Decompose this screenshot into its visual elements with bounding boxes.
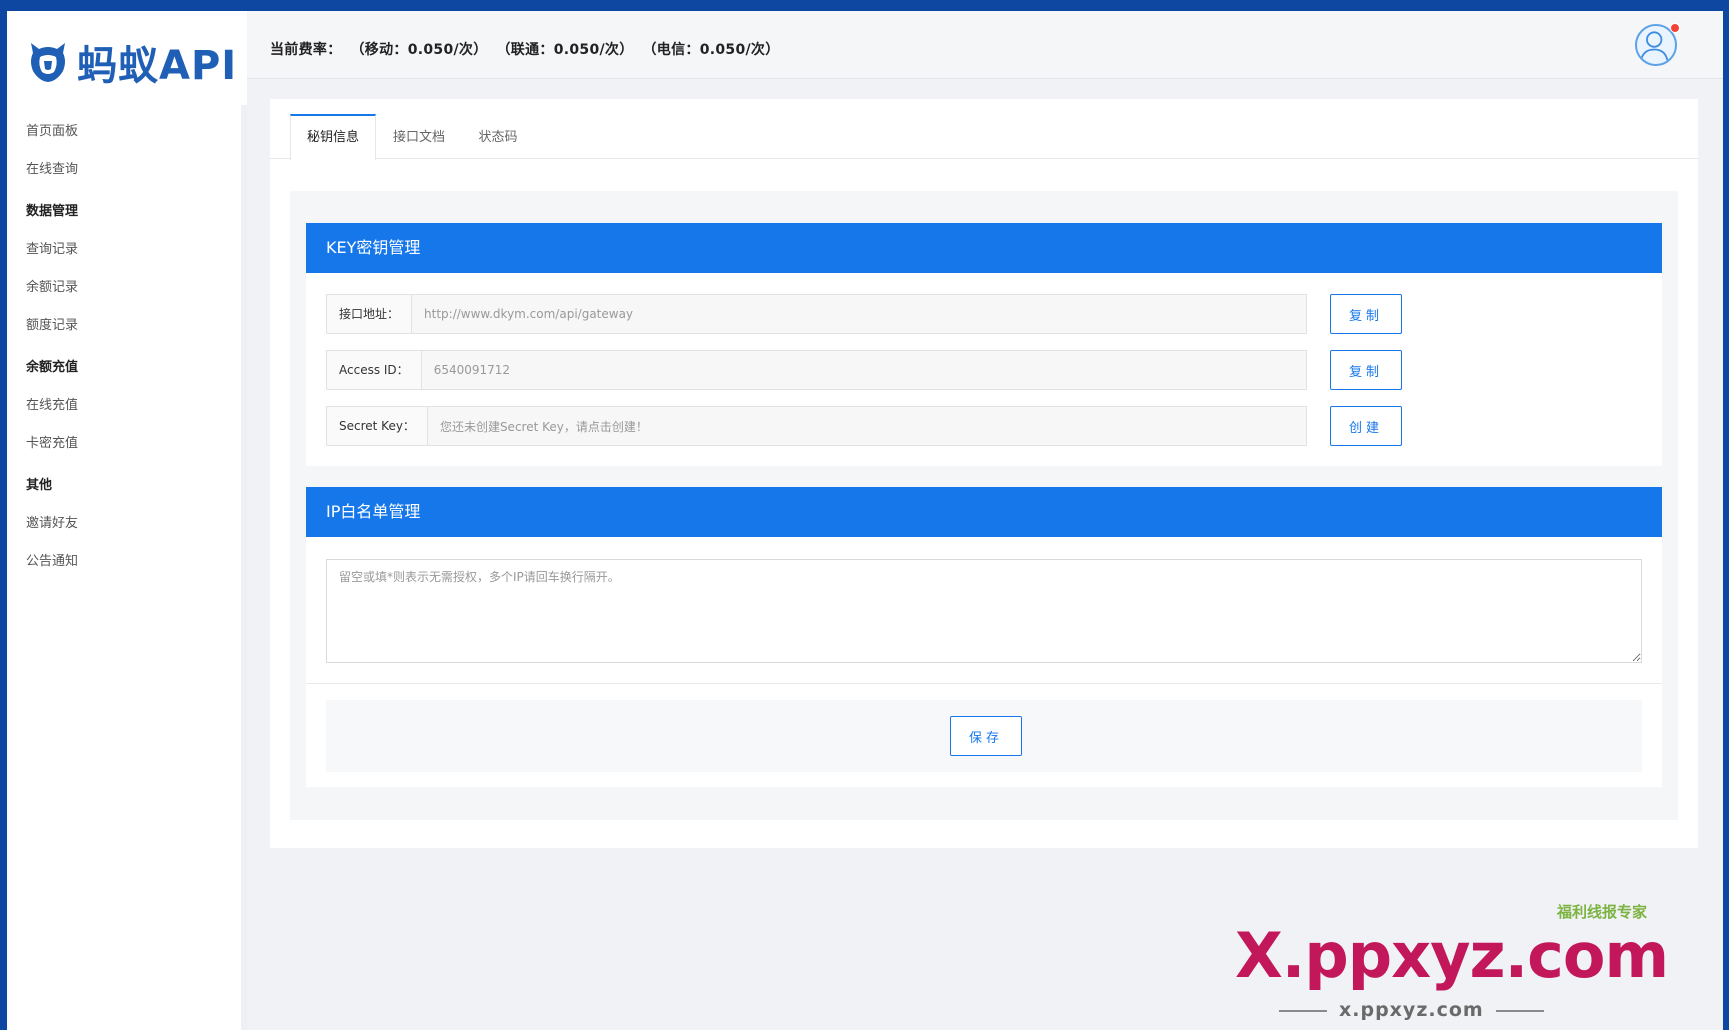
secret-key-label: Secret Key： xyxy=(327,407,428,445)
tab-content: KEY密钥管理 接口地址： 复制 Access ID： 复制 Secret Ke… xyxy=(290,191,1678,820)
secret-key-input[interactable] xyxy=(427,407,1306,445)
rate-label: 当前费率： xyxy=(270,42,342,58)
user-icon xyxy=(1639,31,1669,63)
watermark: 福利线报专家 X.ppxyz.com x.ppxyz.com xyxy=(1227,901,1707,1021)
rate-unicom: （联通：0.050/次） xyxy=(503,42,634,58)
ip-whitelist-textarea[interactable] xyxy=(326,559,1642,663)
sidebar-item-announcements[interactable]: 公告通知 xyxy=(7,543,241,581)
key-panel-title: KEY密钥管理 xyxy=(306,223,1662,273)
rate-info: 当前费率： （移动：0.050/次） （联通：0.050/次） （电信：0.050/次… xyxy=(270,39,796,59)
key-panel: KEY密钥管理 接口地址： 复制 Access ID： 复制 Secret Ke… xyxy=(306,223,1662,466)
sidebar-item-quota-records[interactable]: 额度记录 xyxy=(7,307,241,345)
app-window: 蚂蚁API 首页面板 在线查询 数据管理 查询记录 余额记录 额度记录 余额充值… xyxy=(7,11,1723,1030)
ip-whitelist-panel: IP白名单管理 保存 xyxy=(306,487,1662,787)
sidebar-group-recharge: 余额充值 xyxy=(26,360,79,375)
sidebar-scrollbar[interactable] xyxy=(241,105,247,1030)
secret-key-field: Secret Key： xyxy=(326,406,1307,446)
main-card: 秘钥信息 接口文档 状态码 KEY密钥管理 接口地址： 复制 Access ID… xyxy=(270,99,1698,848)
sidebar-item-online-query[interactable]: 在线查询 xyxy=(7,151,241,189)
sidebar: 蚂蚁API 首页面板 在线查询 数据管理 查询记录 余额记录 额度记录 余额充值… xyxy=(7,11,247,1030)
sidebar-item-invite[interactable]: 邀请好友 xyxy=(7,505,241,543)
copy-access-id-button[interactable]: 复制 xyxy=(1330,350,1402,390)
sidebar-item-balance-records[interactable]: 余额记录 xyxy=(7,269,241,307)
notification-badge xyxy=(1670,23,1680,33)
sidebar-group-other: 其他 xyxy=(26,478,53,493)
watermark-main: X.ppxyz.com xyxy=(1235,919,1669,992)
sidebar-item-card-recharge[interactable]: 卡密充值 xyxy=(7,425,241,463)
save-area: 保存 xyxy=(326,700,1642,772)
brand-logo[interactable]: 蚂蚁API xyxy=(27,33,237,91)
ant-logo-icon xyxy=(31,43,65,82)
sidebar-item-query-records[interactable]: 查询记录 xyxy=(7,231,241,269)
copy-api-url-button[interactable]: 复制 xyxy=(1330,294,1402,334)
access-id-field: Access ID： xyxy=(326,350,1307,390)
api-url-field: 接口地址： xyxy=(326,294,1307,334)
rate-mobile: （移动：0.050/次） xyxy=(357,42,488,58)
tab-status-codes[interactable]: 状态码 xyxy=(462,114,534,159)
tab-secret-info[interactable]: 秘钥信息 xyxy=(290,114,376,160)
sidebar-item-dashboard[interactable]: 首页面板 xyxy=(7,113,241,151)
rate-telecom: （电信：0.050/次） xyxy=(649,42,780,58)
sidebar-group-data: 数据管理 xyxy=(26,204,79,219)
panel-divider xyxy=(306,683,1662,684)
tab-api-docs[interactable]: 接口文档 xyxy=(376,114,462,159)
save-button[interactable]: 保存 xyxy=(950,716,1022,756)
access-id-input[interactable] xyxy=(421,351,1306,389)
sidebar-nav: 首页面板 在线查询 数据管理 查询记录 余额记录 额度记录 余额充值 在线充值 … xyxy=(7,113,241,581)
ip-panel-title: IP白名单管理 xyxy=(306,487,1662,537)
api-url-input[interactable] xyxy=(412,295,1306,333)
tab-bar: 秘钥信息 接口文档 状态码 xyxy=(270,114,1698,160)
access-id-label: Access ID： xyxy=(327,351,422,389)
sidebar-item-online-recharge[interactable]: 在线充值 xyxy=(7,387,241,425)
watermark-sub: x.ppxyz.com xyxy=(1267,999,1556,1021)
top-header: 当前费率： （移动：0.050/次） （联通：0.050/次） （电信：0.050/次… xyxy=(247,11,1723,79)
window-scrollbar[interactable] xyxy=(1723,11,1729,1030)
create-secret-key-button[interactable]: 创建 xyxy=(1330,406,1402,446)
brand-name: 蚂蚁API xyxy=(77,43,238,89)
api-url-label: 接口地址： xyxy=(327,295,413,333)
